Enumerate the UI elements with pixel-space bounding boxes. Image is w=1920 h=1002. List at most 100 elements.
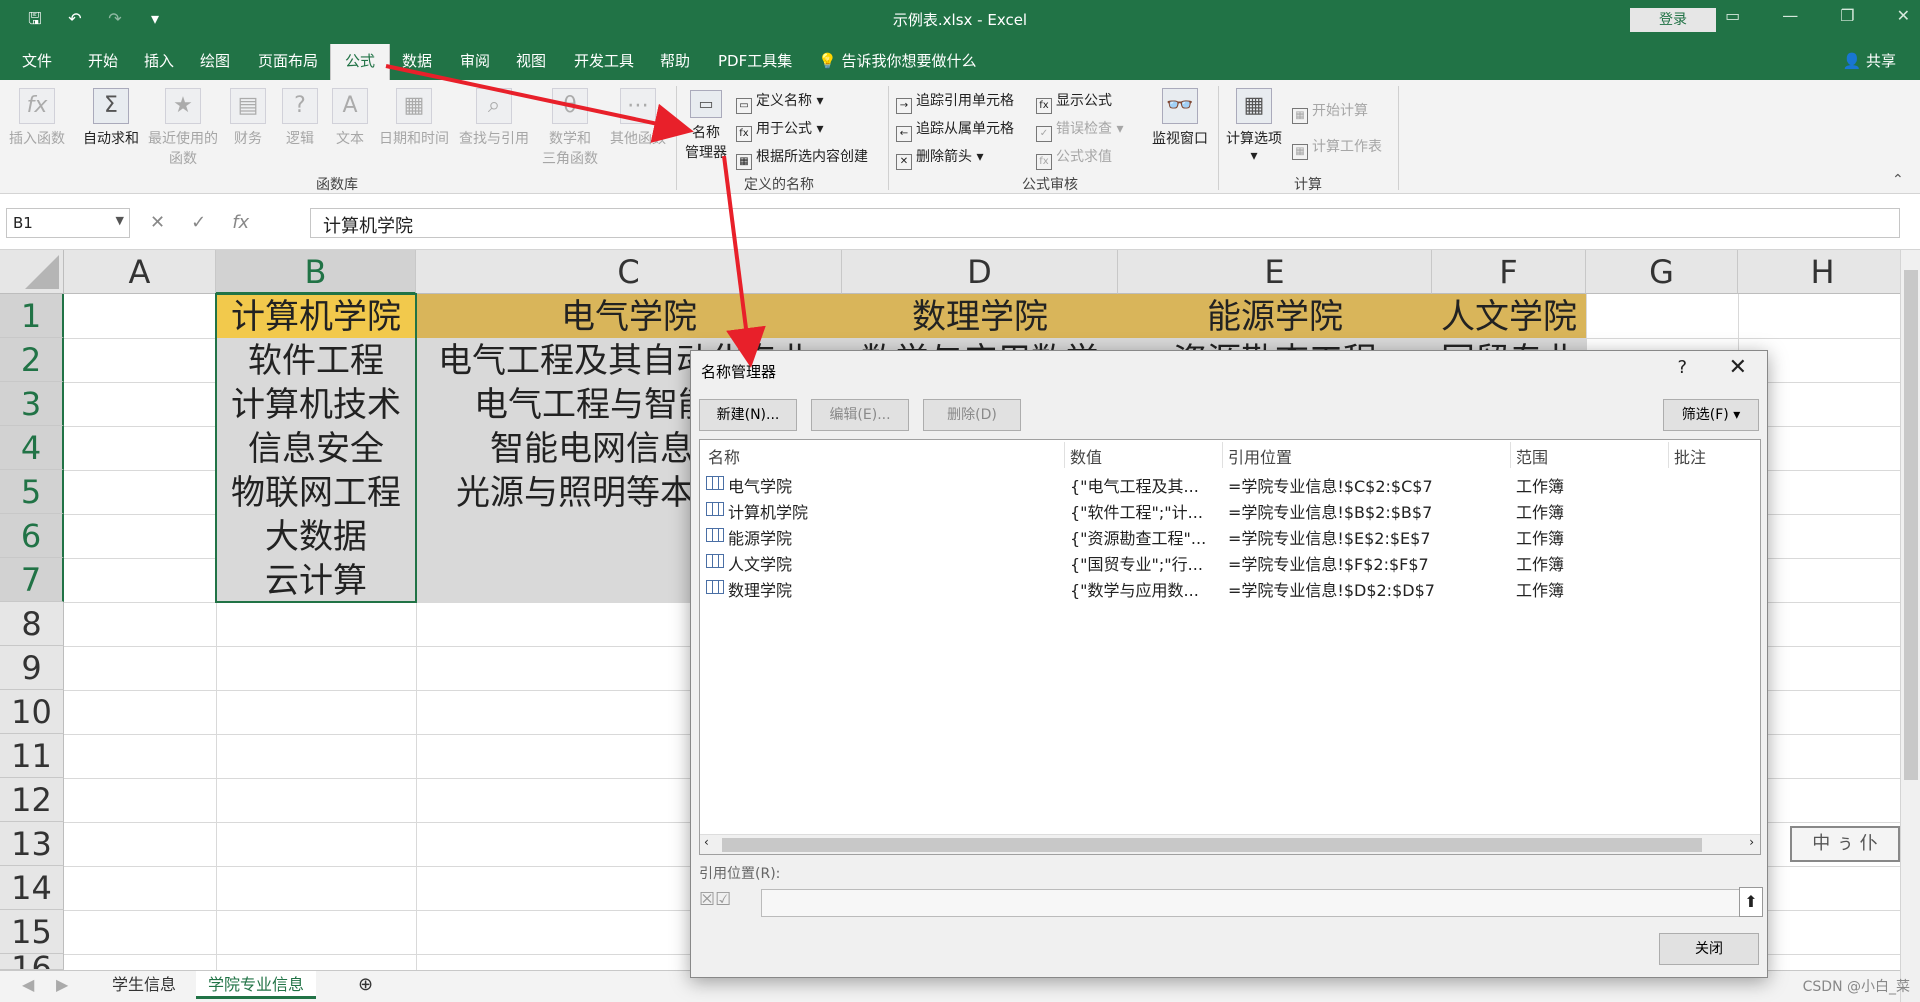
prev-sheet-icon[interactable]: ◀ [10,971,46,999]
cell-c1[interactable]: 电气学院 [416,294,842,338]
tab-home[interactable]: 开始 [88,50,118,71]
column-header-d[interactable]: D [842,250,1118,294]
scrollbar-thumb[interactable] [1904,270,1918,780]
close-icon[interactable]: ✕ [1729,355,1747,380]
row-header-12[interactable]: 12 [0,778,64,822]
new-name-button[interactable]: 新建(N)... [699,399,797,431]
tab-pdf-tools[interactable]: PDF工具集 [718,50,792,71]
edit-name-button[interactable]: 编辑(E)... [811,399,909,431]
add-sheet-icon[interactable]: ⊕ [346,971,385,999]
formula-input[interactable]: 计算机学院 [310,208,1900,238]
row-header-16[interactable]: 16 [0,954,64,970]
row-header-13[interactable]: 13 [0,822,64,866]
insert-function-icon[interactable]: fx [232,212,249,233]
tab-draw[interactable]: 绘图 [200,50,230,71]
sheet-tab-student-info[interactable]: 学生信息 [100,971,188,999]
column-header-scope[interactable]: 范围 [1516,444,1548,468]
row-header-3[interactable]: 3 [0,382,64,426]
tab-help[interactable]: 帮助 [660,50,690,71]
row-header-11[interactable]: 11 [0,734,64,778]
tab-data[interactable]: 数据 [402,50,432,71]
collapse-dialog-icon[interactable]: ⬆ [1739,887,1763,917]
tab-insert[interactable]: 插入 [144,50,174,71]
column-header-h[interactable]: H [1738,250,1900,294]
sheet-tab-college-majors[interactable]: 学院专业信息 [196,971,317,999]
row-header-6[interactable]: 6 [0,514,64,558]
math-trig-button[interactable]: θ 数学和 三角函数 [534,88,606,168]
vertical-scrollbar[interactable] [1900,250,1920,1002]
column-header-c[interactable]: C [416,250,842,294]
column-header-refers-to[interactable]: 引用位置 [1228,444,1292,468]
login-button[interactable]: 登录 [1630,8,1716,32]
error-checking-button[interactable]: ✓ 错误检查 ▾ [1036,118,1123,142]
cancel-edit-icon[interactable]: ☒ [699,889,715,910]
tab-page-layout[interactable]: 页面布局 [258,50,318,71]
scroll-left-icon[interactable]: ‹ [704,835,709,849]
cell-e1[interactable]: 能源学院 [1118,294,1432,338]
maximize-icon[interactable]: ❐ [1840,6,1854,25]
cancel-icon[interactable]: ✕ [150,212,165,233]
define-name-button[interactable]: ▭ 定义名称 ▾ [736,90,823,114]
tab-developer[interactable]: 开发工具 [574,50,634,71]
insert-function-button[interactable]: fx 插入函数 [4,88,70,148]
delete-name-button[interactable]: 删除(D) [923,399,1021,431]
column-header-a[interactable]: A [64,250,216,294]
name-manager-button[interactable]: ▭ 名称 管理器 [680,90,732,162]
tab-view[interactable]: 视图 [516,50,546,71]
horizontal-scrollbar[interactable]: ‹ › [700,834,1760,854]
row-header-15[interactable]: 15 [0,910,64,954]
select-all-button[interactable] [0,250,64,294]
lookup-button[interactable]: ⌕ 查找与引用 [454,88,534,148]
column-header-comment[interactable]: 批注 [1674,444,1706,468]
share-button[interactable]: 👤 共享 [1843,50,1896,71]
tell-me-search[interactable]: 💡 告诉我你想要做什么 [818,50,976,71]
trace-dependents-button[interactable]: ← 追踪从属单元格 [896,118,1014,142]
calculate-sheet-button[interactable]: ▦ 计算工作表 [1292,136,1382,160]
row-header-7[interactable]: 7 [0,558,64,602]
tab-formulas[interactable]: 公式 [330,44,391,80]
column-header-b[interactable]: B [216,250,416,294]
datetime-button[interactable]: ▦ 日期和时间 [374,88,454,148]
more-functions-button[interactable]: ⋯ 其他函数 [606,88,670,148]
recently-used-button[interactable]: ★ 最近使用的 函数 [146,88,220,168]
tab-review[interactable]: 审阅 [460,50,490,71]
filter-button[interactable]: 筛选(F) ▾ [1663,399,1759,431]
remove-arrows-button[interactable]: ✕ 删除箭头 ▾ [896,146,983,170]
use-in-formula-button[interactable]: fx 用于公式 ▾ [736,118,823,142]
create-from-selection-button[interactable]: ▦ 根据所选内容创建 [736,146,868,170]
row-header-4[interactable]: 4 [0,426,64,470]
next-sheet-icon[interactable]: ▶ [44,971,80,999]
calculation-options-button[interactable]: ▦ 计算选项 ▾ [1222,88,1286,164]
help-icon[interactable]: ? [1677,357,1687,378]
scrollbar-thumb[interactable] [722,838,1702,852]
enter-icon[interactable]: ✓ [191,212,206,233]
row-header-8[interactable]: 8 [0,602,64,646]
list-item[interactable]: 人文学院 {"国贸专业";"行... =学院专业信息!$F$2:$F$7 工作簿 [704,548,1754,574]
row-header-1[interactable]: 1 [0,294,64,338]
chevron-down-icon[interactable]: ▼ [116,214,124,227]
column-header-g[interactable]: G [1586,250,1738,294]
list-item[interactable]: 计算机学院 {"软件工程";"计... =学院专业信息!$B$2:$B$7 工作… [704,496,1754,522]
row-header-14[interactable]: 14 [0,866,64,910]
column-header-value[interactable]: 数值 [1070,444,1102,468]
cell-f1[interactable]: 人文学院 [1432,294,1586,338]
refers-to-input[interactable] [761,889,1741,917]
watch-window-button[interactable]: 👓 监视窗口 [1146,88,1214,148]
logical-button[interactable]: ? 逻辑 [278,88,322,148]
tab-file[interactable]: 文件 [22,50,52,71]
row-header-9[interactable]: 9 [0,646,64,690]
list-item[interactable]: 数理学院 {"数学与应用数... =学院专业信息!$D$2:$D$7 工作簿 [704,574,1754,600]
cell-d1[interactable]: 数理学院 [842,294,1118,338]
list-item[interactable]: 能源学院 {"资源勘查工程"... =学院专业信息!$E$2:$E$7 工作簿 [704,522,1754,548]
text-button[interactable]: A 文本 [328,88,372,148]
scroll-right-icon[interactable]: › [1749,835,1754,849]
names-list[interactable]: 名称 数值 引用位置 范围 批注 电气学院 {"电气工程及其... =学院专业信… [699,439,1761,855]
close-button[interactable]: 关闭 [1659,933,1759,965]
show-formulas-button[interactable]: fx 显示公式 [1036,90,1112,114]
column-header-e[interactable]: E [1118,250,1432,294]
column-header-f[interactable]: F [1432,250,1586,294]
column-header-name[interactable]: 名称 [708,444,740,468]
trace-precedents-button[interactable]: → 追踪引用单元格 [896,90,1014,114]
list-item[interactable]: 电气学院 {"电气工程及其... =学院专业信息!$C$2:$C$7 工作簿 [704,470,1754,496]
collapse-ribbon-icon[interactable]: ⌃ [1892,172,1904,188]
